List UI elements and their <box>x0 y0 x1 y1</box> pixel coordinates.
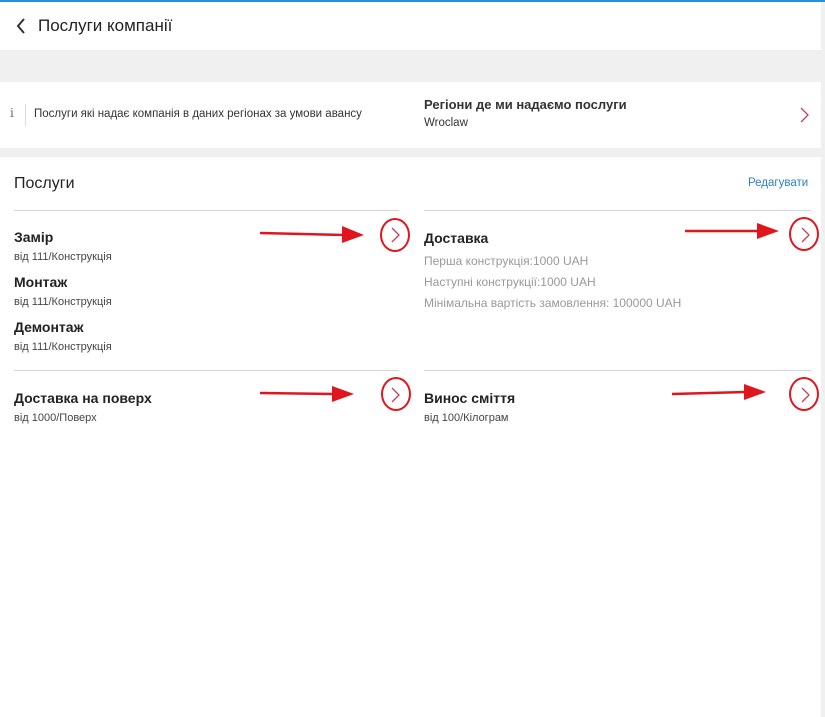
info-text: Послуги які надає компанія в даних регіо… <box>34 108 362 120</box>
annotation-arrow <box>671 384 766 400</box>
annotation-circle <box>789 217 819 251</box>
annotation-arrow <box>685 223 779 239</box>
annotation-arrow <box>259 386 354 402</box>
annotation-circle <box>380 218 410 252</box>
service-name: Винос сміття <box>424 390 516 406</box>
divider <box>14 210 399 211</box>
divider <box>14 370 399 371</box>
divider <box>424 210 811 211</box>
service-name: Доставка <box>424 230 489 246</box>
service-price: від 100/Кілограм <box>424 412 509 424</box>
info-icon: i <box>10 106 14 120</box>
regions-value: Wroclaw <box>424 117 468 129</box>
service-price: від 1000/Поверх <box>14 412 97 424</box>
info-divider <box>25 104 26 126</box>
service-name: Доставка на поверх <box>14 390 152 406</box>
service-price: від 111/Конструкція <box>14 296 112 308</box>
service-name: Замір <box>14 229 54 245</box>
service-name: Демонтаж <box>14 319 84 335</box>
annotation-circle <box>381 377 411 411</box>
divider <box>424 370 811 371</box>
regions-label: Регіони де ми надаємо послуги <box>424 97 627 112</box>
service-detail: Мінімальна вартість замовлення: 100000 U… <box>424 296 682 310</box>
chevron-left-icon <box>16 18 25 34</box>
services-section: Послуги Редагувати Замір від 111/Констру… <box>0 157 821 717</box>
services-title: Послуги <box>14 175 75 192</box>
service-detail: Перша конструкція:1000 UAH <box>424 254 589 268</box>
service-name: Монтаж <box>14 274 68 290</box>
page-header: Послуги компанії <box>0 2 821 50</box>
edit-services-link[interactable]: Редагувати <box>748 177 808 189</box>
service-price: від 111/Конструкція <box>14 341 112 353</box>
service-detail: Наступні конструкції:1000 UAH <box>424 275 596 289</box>
page-title: Послуги компанії <box>38 16 173 35</box>
service-price: від 111/Конструкція <box>14 251 112 263</box>
annotation-circle <box>789 377 819 411</box>
regions-card[interactable]: i Послуги які надає компанія в даних рег… <box>0 82 821 148</box>
chevron-right-icon[interactable] <box>798 106 812 124</box>
back-button[interactable] <box>12 17 30 35</box>
annotation-arrow <box>259 226 364 243</box>
